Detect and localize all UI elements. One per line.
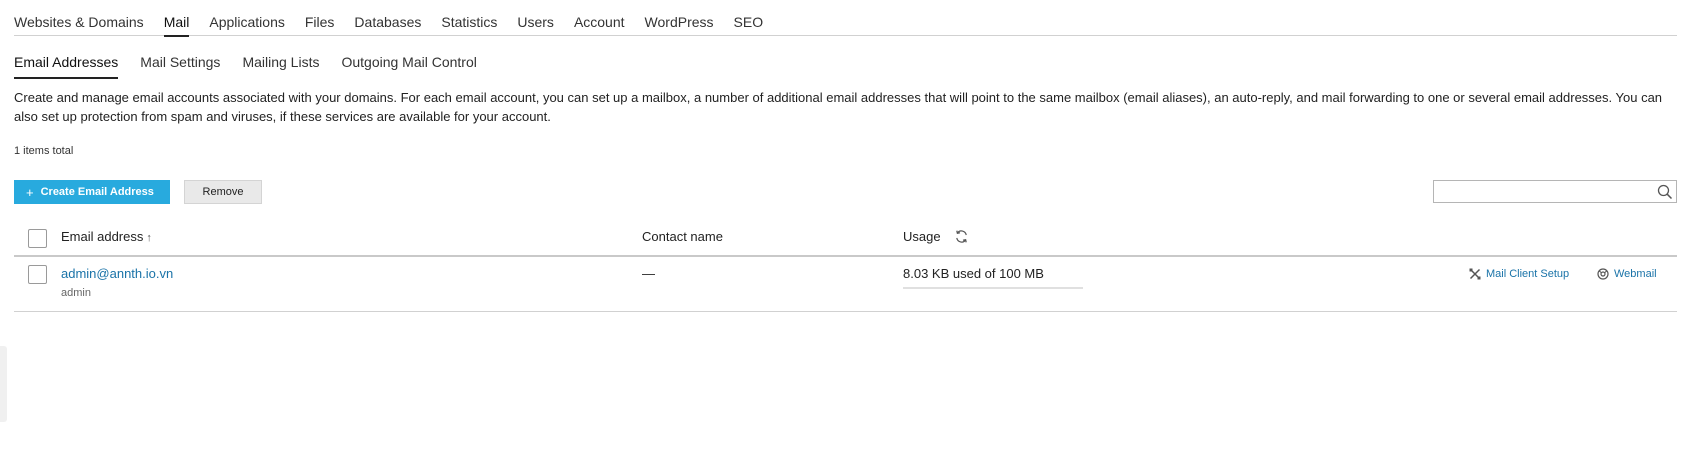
tools-icon: [1469, 268, 1481, 280]
search-icon[interactable]: [1657, 184, 1673, 200]
usage-bar: [903, 287, 1083, 289]
tab-account[interactable]: Account: [574, 0, 625, 36]
refresh-icon[interactable]: [954, 229, 969, 244]
subtab-mailing-lists[interactable]: Mailing Lists: [242, 46, 319, 78]
webmail-label: Webmail: [1614, 268, 1657, 280]
usage-value: 8.03 KB used of 100 MB: [903, 266, 1044, 281]
webmail-link[interactable]: Webmail: [1597, 268, 1657, 280]
subtab-outgoing-mail-control[interactable]: Outgoing Mail Control: [341, 46, 476, 78]
main-tabs: Websites & Domains Mail Applications Fil…: [14, 0, 1677, 37]
plus-icon: +: [26, 184, 34, 200]
column-header-email-label: Email address: [61, 229, 144, 244]
remove-button[interactable]: Remove: [184, 180, 262, 204]
create-email-address-button[interactable]: + Create Email Address: [14, 180, 170, 204]
mail-client-setup-label: Mail Client Setup: [1486, 268, 1570, 280]
sort-ascending-icon: ↑: [146, 232, 152, 244]
column-header-usage: Usage: [903, 229, 941, 244]
subtab-email-addresses[interactable]: Email Addresses: [14, 46, 119, 79]
tab-mail[interactable]: Mail: [163, 0, 189, 37]
tab-websites-domains[interactable]: Websites & Domains: [14, 0, 144, 36]
tab-applications[interactable]: Applications: [209, 0, 285, 36]
table-row: admin@annth.io.vn admin — 8.03 KB used o…: [14, 259, 1677, 312]
page-description: Create and manage email accounts associa…: [14, 90, 1663, 124]
tab-seo[interactable]: SEO: [734, 0, 764, 36]
sub-tabs: Email Addresses Mail Settings Mailing Li…: [14, 46, 499, 79]
tab-users[interactable]: Users: [517, 0, 554, 36]
email-username: admin: [61, 287, 91, 299]
search-input[interactable]: [1434, 181, 1644, 202]
subtab-mail-settings[interactable]: Mail Settings: [140, 46, 220, 78]
webmail-icon: [1597, 268, 1609, 280]
create-email-address-label: Create Email Address: [40, 186, 154, 198]
tab-wordpress[interactable]: WordPress: [645, 0, 714, 36]
search-box: [1433, 180, 1677, 203]
side-panel-handle[interactable]: [0, 346, 7, 422]
tab-files[interactable]: Files: [305, 0, 335, 36]
table-header: Email address ↑ Contact name Usage: [14, 222, 1677, 257]
row-checkbox[interactable]: [28, 265, 47, 284]
select-all-checkbox[interactable]: [28, 229, 47, 248]
email-address-link[interactable]: admin@annth.io.vn: [61, 266, 173, 281]
tab-statistics[interactable]: Statistics: [441, 0, 497, 36]
tab-databases[interactable]: Databases: [354, 0, 421, 36]
column-header-email[interactable]: Email address ↑: [61, 229, 152, 244]
items-total: 1 items total: [14, 145, 74, 157]
contact-name-value: —: [642, 266, 655, 281]
mail-client-setup-link[interactable]: Mail Client Setup: [1469, 268, 1569, 280]
column-header-contact[interactable]: Contact name: [642, 229, 723, 244]
